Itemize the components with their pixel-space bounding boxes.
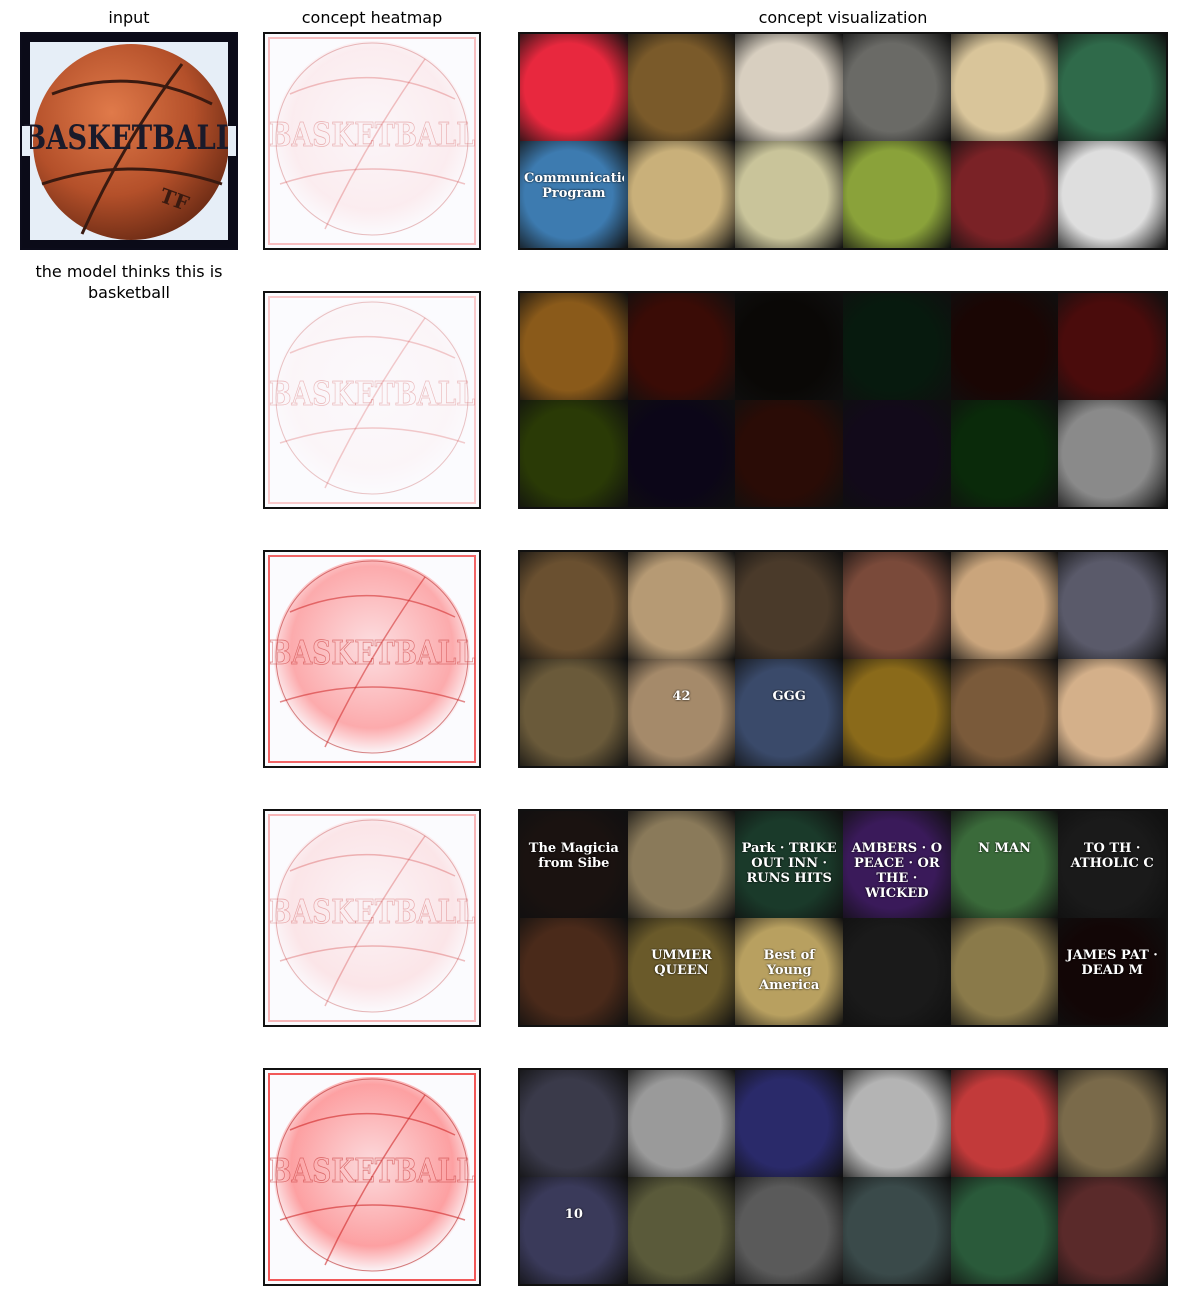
visualization-tile xyxy=(1058,141,1166,248)
tile-text: 42 xyxy=(672,689,691,704)
tile-text: The Magicia from Sibe xyxy=(528,841,619,871)
tile-text: GGG xyxy=(772,689,806,704)
visualization-tile xyxy=(1058,293,1166,400)
visualization-tile xyxy=(520,1070,628,1177)
visualization-tile xyxy=(520,400,628,507)
concept-visualization-mosaic: 42 GGG xyxy=(518,550,1168,768)
tile-text: Park · TRIKE OUT INN · RUNS HITS xyxy=(741,841,837,886)
visualization-tile xyxy=(735,552,844,659)
prediction-caption: the model thinks this is basketball xyxy=(35,262,223,302)
visualization-tile xyxy=(735,141,844,248)
tile-text: N MAN xyxy=(978,841,1031,856)
concept-heatmap: BASKETBALL xyxy=(263,809,481,1027)
visualization-tile xyxy=(843,918,951,1025)
visualization-tile xyxy=(950,1070,1059,1177)
concept-heatmap: BASKETBALL xyxy=(263,550,481,768)
heatmap-column-header: concept heatmap xyxy=(301,8,443,27)
visualization-tile xyxy=(1058,659,1166,766)
visualization-tile xyxy=(520,1177,628,1284)
heatmap-overlay-text: BASKETBALL xyxy=(269,374,475,413)
tile-text: JAMES PAT · DEAD M xyxy=(1066,948,1158,978)
tile-text: TO TH · ATHOLIC C xyxy=(1070,841,1154,871)
visualization-tile xyxy=(950,918,1059,1025)
visualization-tile xyxy=(627,34,736,141)
visualization-tile xyxy=(950,400,1059,507)
visualization-tile xyxy=(950,34,1059,141)
visualization-tile xyxy=(843,1177,951,1284)
visualization-tile xyxy=(627,811,736,918)
visualization-tile xyxy=(627,400,736,507)
concept-heatmap: BASKETBALL xyxy=(263,291,481,509)
visualization-tile xyxy=(735,293,844,400)
visualization-tile xyxy=(735,1070,844,1177)
visualization-tile xyxy=(627,659,736,766)
visualization-tile xyxy=(843,141,951,248)
visualization-tile xyxy=(950,1177,1059,1284)
visualization-tile xyxy=(520,552,628,659)
visualization-tile xyxy=(843,34,951,141)
tile-text: Communications Program xyxy=(524,171,624,201)
visualization-tile xyxy=(843,552,951,659)
visualization-tile xyxy=(950,811,1059,918)
heatmap-overlay-text: BASKETBALL xyxy=(269,633,475,672)
visualization-tile xyxy=(843,400,951,507)
visualization-tile xyxy=(950,659,1059,766)
visualization-tile xyxy=(735,1177,844,1284)
input-image: BASKETBALL TF xyxy=(20,32,238,250)
visualization-tile xyxy=(843,293,951,400)
concept-visualization-mosaic: 10 xyxy=(518,1068,1168,1286)
tile-text: 10 xyxy=(564,1207,583,1222)
visualization-tile xyxy=(950,293,1059,400)
visualization-tile xyxy=(1058,34,1166,141)
concept-visualization-mosaic xyxy=(518,291,1168,509)
visualization-tile xyxy=(1058,1177,1166,1284)
visualization-tile xyxy=(735,659,844,766)
visualization-tile xyxy=(735,34,844,141)
visualization-tile xyxy=(1058,400,1166,507)
visualization-tile xyxy=(1058,552,1166,659)
heatmap-overlay-text: BASKETBALL xyxy=(269,1151,475,1190)
tile-text: Best of Young America xyxy=(759,948,820,993)
heatmap-overlay-text: BASKETBALL xyxy=(269,892,475,931)
input-column-header: input xyxy=(108,8,150,27)
visualization-tile xyxy=(627,1177,736,1284)
concept-heatmap: BASKETBALL xyxy=(263,1068,481,1286)
visualization-tile xyxy=(843,1070,951,1177)
visualization-tile xyxy=(1058,1070,1166,1177)
visualization-tile xyxy=(735,400,844,507)
concept-visualization-mosaic: The Magicia from Sibe Park · TRIKE OUT IN… xyxy=(518,809,1168,1027)
visualization-tile xyxy=(627,293,736,400)
visualization-tile xyxy=(627,552,736,659)
visualization-column-header: concept visualization xyxy=(758,8,928,27)
visualization-tile xyxy=(520,659,628,766)
visualization-tile xyxy=(950,141,1059,248)
visualization-tile xyxy=(950,552,1059,659)
visualization-tile xyxy=(627,1070,736,1177)
tile-text: AMBERS · O PEACE · OR THE · WICKED xyxy=(851,841,943,901)
visualization-tile xyxy=(627,141,736,248)
heatmap-overlay-text: BASKETBALL xyxy=(269,115,475,154)
visualization-tile xyxy=(843,659,951,766)
visualization-tile xyxy=(520,293,628,400)
visualization-tile xyxy=(520,918,628,1025)
concept-heatmap: BASKETBALL xyxy=(263,32,481,250)
input-image-text: BASKETBALL xyxy=(23,118,235,158)
concept-visualization-mosaic: Communications Program xyxy=(518,32,1168,250)
visualization-tile xyxy=(520,34,628,141)
tile-text: UMMER QUEEN xyxy=(651,948,712,978)
